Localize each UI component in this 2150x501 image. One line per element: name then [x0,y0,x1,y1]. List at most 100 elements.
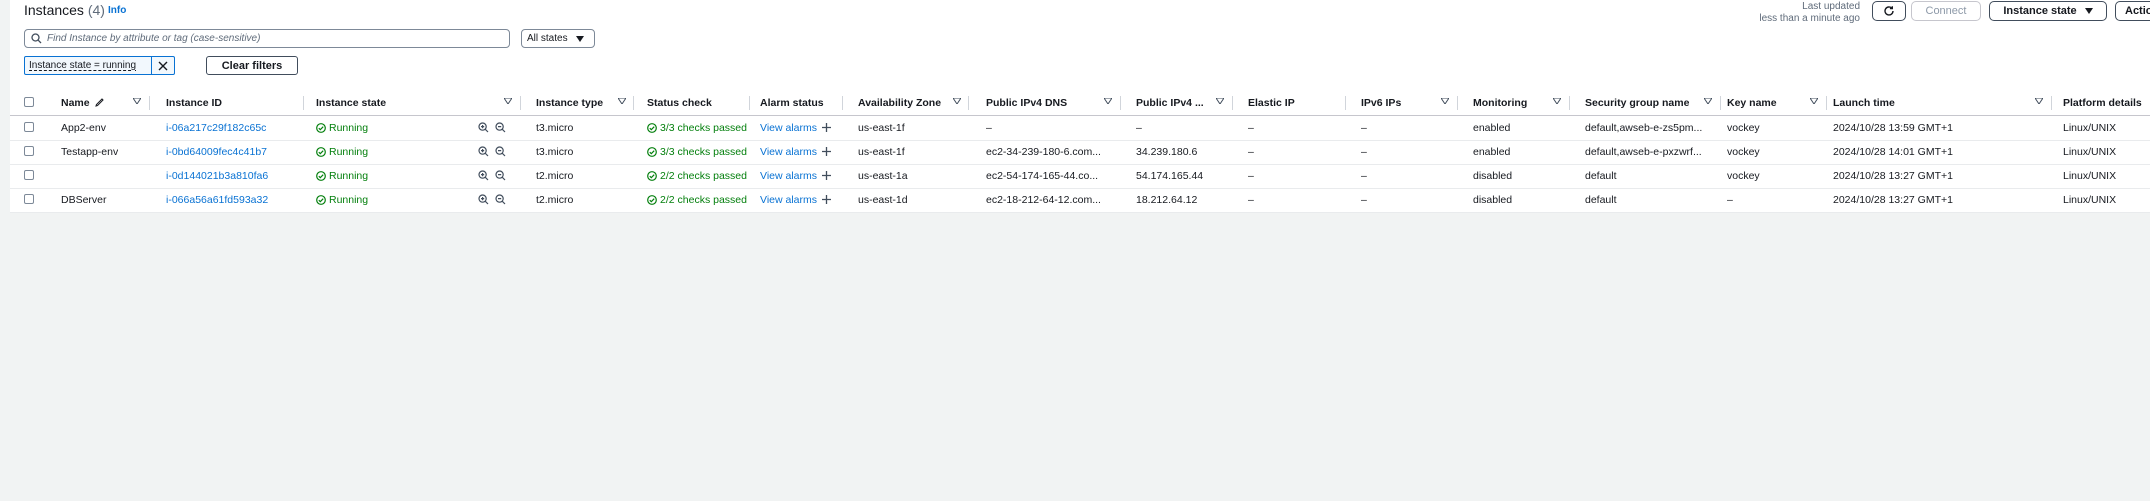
zoom-out-icon[interactable] [495,146,506,157]
column-resizer[interactable] [2051,96,2052,110]
column-resizer[interactable] [303,96,304,110]
launch-time: 2024/10/28 14:01 GMT+1 [1833,146,1953,158]
col-header-monitoring[interactable]: Monitoring [1473,91,1527,115]
zoom-out-icon[interactable] [495,170,506,181]
column-resizer[interactable] [842,96,843,110]
zoom-in-icon[interactable] [478,146,489,157]
col-header-security-group[interactable]: Security group name [1585,91,1689,115]
col-header-instance-state[interactable]: Instance state [316,91,386,115]
column-resizer[interactable] [1232,96,1233,110]
instance-state-text: Running [329,122,369,134]
instance-id-link[interactable]: i-066a56a61fd593a32 [166,188,268,212]
column-resizer[interactable] [968,96,969,110]
sort-down-icon[interactable] [1704,98,1712,104]
plus-icon[interactable] [821,123,831,132]
states-select[interactable]: All states [521,29,595,48]
status-check-text: 3/3 checks passed [660,146,747,158]
availability-zone: us-east-1d [858,194,908,206]
public-ipv4: – [1136,122,1142,134]
row-checkbox[interactable] [24,170,34,180]
col-header-ipv6[interactable]: IPv6 IPs [1361,91,1401,115]
view-alarms-link[interactable]: View alarms [760,164,831,188]
col-header-instance-id[interactable]: Instance ID [166,91,222,115]
col-header-elastic-ip[interactable]: Elastic IP [1248,91,1295,115]
col-header-availability-zone[interactable]: Availability Zone [858,91,941,115]
plus-icon[interactable] [821,147,831,156]
launch-time: 2024/10/28 13:27 GMT+1 [1833,194,1953,206]
clear-filters-button[interactable]: Clear filters [206,56,298,75]
row-checkbox[interactable] [24,122,34,132]
last-updated: Last updated less than a minute ago [1742,1,1860,25]
col-header-instance-type[interactable]: Instance type [536,91,603,115]
sort-down-icon[interactable] [1553,98,1561,104]
connect-button[interactable]: Connect [1911,1,1981,21]
column-resizer[interactable] [633,96,634,110]
col-header-alarm-status[interactable]: Alarm status [760,91,824,115]
sort-down-icon[interactable] [1441,98,1449,104]
column-resizer[interactable] [1569,96,1570,110]
col-header-public-dns[interactable]: Public IPv4 DNS [986,91,1067,115]
column-resizer[interactable] [149,96,150,110]
sort-down-icon[interactable] [1216,98,1224,104]
public-dns: – [986,122,992,134]
sort-down-icon[interactable] [618,98,626,104]
row-checkbox[interactable] [24,194,34,204]
instance-name: Testapp-env [61,146,119,158]
col-header-name[interactable]: Name [61,91,104,115]
view-alarms-link[interactable]: View alarms [760,116,831,140]
zoom-out-icon[interactable] [495,194,506,205]
close-icon [158,61,168,70]
page-title-text: Instances [24,2,84,18]
col-header-launch-time[interactable]: Launch time [1833,91,1895,115]
filter-token-label[interactable]: Instance state = running [25,57,152,74]
table-row[interactable]: App2-env i-06a217c29f182c65c Running t3.… [10,116,2150,141]
column-resizer[interactable] [749,96,750,110]
plus-icon[interactable] [821,171,831,180]
col-header-platform[interactable]: Platform details [2063,91,2142,115]
availability-zone: us-east-1f [858,122,905,134]
remove-filter-button[interactable] [152,57,174,74]
col-header-public-ipv4[interactable]: Public IPv4 ... [1136,91,1204,115]
column-resizer[interactable] [520,96,521,110]
plus-icon[interactable] [821,195,831,204]
column-resizer[interactable] [1457,96,1458,110]
zoom-in-icon[interactable] [478,170,489,181]
sort-down-icon[interactable] [504,98,512,104]
column-resizer[interactable] [1120,96,1121,110]
column-resizer[interactable] [1826,96,1827,110]
status-check-cell: 3/3 checks passed [647,140,748,164]
col-header-status-check[interactable]: Status check [647,91,712,115]
sort-down-icon[interactable] [953,98,961,104]
ipv6-ips: – [1361,170,1367,182]
search-field[interactable] [24,29,510,48]
refresh-button[interactable] [1872,1,1906,21]
select-all-checkbox[interactable] [24,97,34,107]
table-row[interactable]: i-0d144021b3a810fa6 Running t2.micro 2/2… [10,164,2150,189]
search-input[interactable] [47,30,497,47]
actions-button[interactable]: Actions [2115,1,2150,21]
col-header-key-name[interactable]: Key name [1727,91,1777,115]
sort-down-icon[interactable] [2035,98,2043,104]
table-row[interactable]: DBServer i-066a56a61fd593a32 Running t2.… [10,188,2150,213]
table-row[interactable]: Testapp-env i-0bd64009fec4c41b7 Running … [10,140,2150,165]
sort-down-icon[interactable] [1810,98,1818,104]
availability-zone: us-east-1f [858,146,905,158]
column-resizer[interactable] [1345,96,1346,110]
filter-token[interactable]: Instance state = running [24,56,175,75]
zoom-in-icon[interactable] [478,194,489,205]
instance-type: t2.micro [536,194,574,206]
view-alarms-link[interactable]: View alarms [760,188,831,212]
instance-id-link[interactable]: i-06a217c29f182c65c [166,116,266,140]
caret-down-icon [2084,8,2093,14]
sort-down-icon[interactable] [1104,98,1112,104]
instance-id-link[interactable]: i-0bd64009fec4c41b7 [166,140,267,164]
zoom-in-icon[interactable] [478,122,489,133]
info-link[interactable]: Info [108,5,126,16]
zoom-out-icon[interactable] [495,122,506,133]
row-checkbox[interactable] [24,146,34,156]
column-resizer[interactable] [1720,96,1721,110]
instance-state-button[interactable]: Instance state [1989,1,2107,21]
sort-down-icon[interactable] [133,98,141,104]
view-alarms-link[interactable]: View alarms [760,140,831,164]
instance-id-link[interactable]: i-0d144021b3a810fa6 [166,164,268,188]
